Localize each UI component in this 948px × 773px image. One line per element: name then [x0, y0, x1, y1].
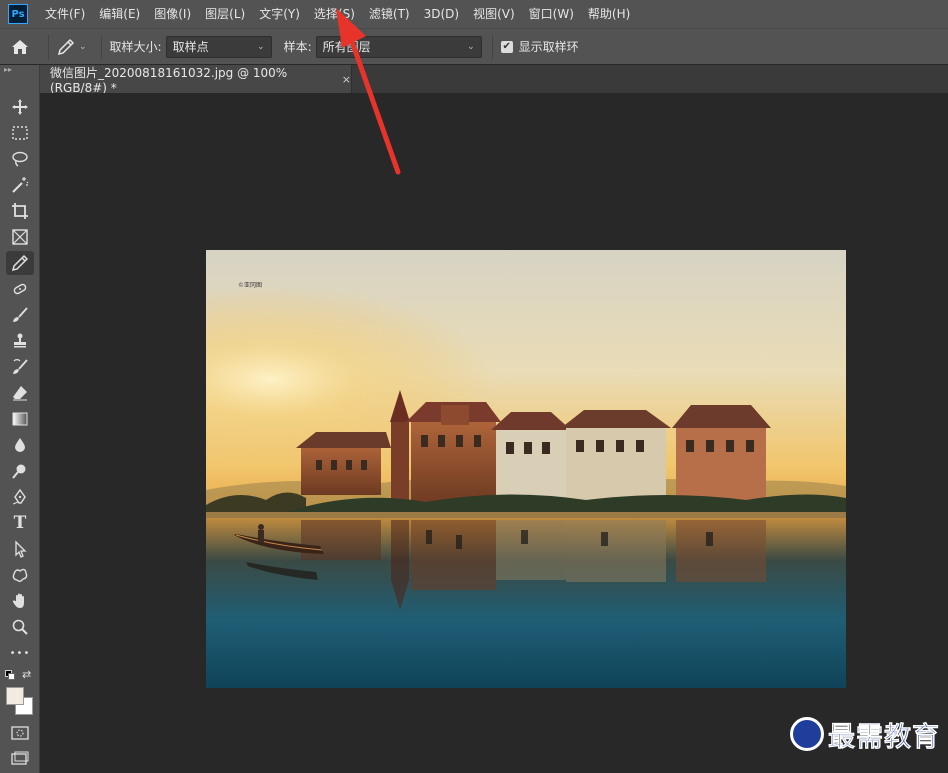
- chevron-down-icon: ⌄: [79, 41, 87, 52]
- hand-tool[interactable]: [6, 589, 34, 613]
- screen-mode-icon: [11, 751, 29, 765]
- options-divider: [491, 34, 493, 59]
- type-icon: T: [13, 513, 27, 533]
- document-tab-title: 微信图片_20200818161032.jpg @ 100%(RGB/8#) *: [50, 65, 288, 95]
- default-colors-icon[interactable]: [5, 670, 15, 680]
- photo-caption: ©亚冈图: [238, 282, 262, 289]
- options-bar: ⌄ 取样大小: 取样点 ⌄ 样本: 所有图层 ⌄ ✔ 显示取样环: [0, 28, 948, 64]
- stamp-tool[interactable]: [6, 329, 34, 353]
- tool-preset-picker[interactable]: ⌄: [57, 38, 87, 56]
- panel-grip[interactable]: ▸▸: [0, 65, 39, 77]
- menu-type[interactable]: 文字(Y): [252, 0, 307, 28]
- home-button[interactable]: [0, 29, 40, 65]
- healing-icon: [13, 283, 27, 295]
- eraser-icon: [13, 386, 27, 401]
- zoom-tool[interactable]: [6, 615, 34, 639]
- sample-size-label: 取样大小:: [109, 40, 162, 54]
- chevron-down-icon: ⌄: [467, 41, 475, 52]
- watermark-logo-icon: [790, 717, 824, 751]
- sample-value: 所有图层: [322, 40, 371, 54]
- watermark: 最需教育: [790, 714, 940, 754]
- brush-tool[interactable]: [6, 303, 34, 327]
- pen-icon: [12, 488, 26, 505]
- move-tool[interactable]: [6, 95, 34, 119]
- options-divider: [48, 34, 49, 59]
- dodge-icon: [12, 464, 26, 479]
- watermark-text: 最需教育: [828, 721, 940, 753]
- quick-mask-icon: [11, 726, 29, 740]
- magic-wand-icon: [12, 177, 29, 193]
- shape-icon: [12, 568, 28, 582]
- eraser-tool[interactable]: [6, 381, 34, 405]
- history-brush-tool[interactable]: [6, 355, 34, 379]
- marquee-icon: [12, 126, 28, 140]
- more-tools[interactable]: •••: [6, 641, 34, 665]
- gradient-tool[interactable]: [6, 407, 34, 431]
- type-tool[interactable]: T: [6, 511, 34, 535]
- sample-label: 样本:: [283, 40, 312, 54]
- menu-layer[interactable]: 图层(L): [198, 0, 252, 28]
- menu-edit[interactable]: 编辑(E): [92, 0, 147, 28]
- crop-tool[interactable]: [6, 199, 34, 223]
- frame-tool[interactable]: [6, 225, 34, 249]
- home-icon: [12, 39, 28, 54]
- photoshop-logo: Ps: [8, 4, 28, 24]
- shape-tool[interactable]: [6, 563, 34, 587]
- screen-mode-button[interactable]: [10, 751, 30, 767]
- show-ring-checkbox[interactable]: ✔: [500, 40, 513, 53]
- pen-tool[interactable]: [6, 485, 34, 509]
- dodge-tool[interactable]: [6, 459, 34, 483]
- menu-bar: Ps 文件(F) 编辑(E) 图像(I) 图层(L) 文字(Y) 选择(S) 滤…: [0, 0, 948, 28]
- brush-icon: [13, 307, 28, 322]
- stamp-icon: [14, 333, 26, 348]
- history-brush-icon: [13, 359, 28, 374]
- swap-colors-icon[interactable]: ⇄: [22, 668, 31, 681]
- tools-panel: ▸▸ T ••• ⇄: [0, 65, 40, 773]
- menu-window[interactable]: 窗口(W): [522, 0, 581, 28]
- sample-size-value: 取样点: [172, 40, 209, 54]
- quick-mask-button[interactable]: [10, 725, 30, 741]
- chevron-down-icon: ⌄: [257, 41, 265, 52]
- eyedropper-icon: [11, 254, 29, 272]
- foreground-color-swatch[interactable]: [6, 687, 24, 705]
- sample-select[interactable]: 所有图层 ⌄: [315, 35, 482, 58]
- options-divider: [100, 34, 102, 59]
- magic-wand-tool[interactable]: [6, 173, 34, 197]
- marquee-tool[interactable]: [6, 121, 34, 145]
- menu-3d[interactable]: 3D(D): [417, 0, 466, 28]
- menu-help[interactable]: 帮助(H): [581, 0, 637, 28]
- menu-select[interactable]: 选择(S): [307, 0, 362, 28]
- zoom-icon: [12, 619, 28, 635]
- gradient-icon: [12, 412, 28, 426]
- drop-icon: [15, 438, 25, 452]
- document-tab-bar: 微信图片_20200818161032.jpg @ 100%(RGB/8#) *…: [40, 65, 948, 95]
- crop-icon: [12, 203, 28, 219]
- hand-icon: [12, 593, 24, 608]
- close-icon[interactable]: ×: [342, 73, 351, 86]
- menu-filter[interactable]: 滤镜(T): [362, 0, 417, 28]
- eyedropper-icon: [57, 38, 75, 55]
- eyedropper-tool[interactable]: [6, 251, 34, 275]
- document-image[interactable]: ©亚冈图: [206, 250, 846, 688]
- move-icon: [12, 99, 28, 115]
- ellipsis-icon: •••: [9, 647, 31, 659]
- blur-tool[interactable]: [6, 433, 34, 457]
- document-tab[interactable]: 微信图片_20200818161032.jpg @ 100%(RGB/8#) *…: [40, 65, 352, 95]
- show-ring-label: 显示取样环: [518, 40, 579, 54]
- healing-tool[interactable]: [6, 277, 34, 301]
- menu-file[interactable]: 文件(F): [38, 0, 92, 28]
- lasso-icon: [12, 151, 28, 167]
- menu-view[interactable]: 视图(V): [466, 0, 522, 28]
- arrow-icon: [15, 540, 27, 558]
- sample-size-select[interactable]: 取样点 ⌄: [165, 35, 272, 58]
- frame-icon: [12, 229, 28, 245]
- photo-landscape: ©亚冈图: [206, 250, 846, 688]
- lasso-tool[interactable]: [6, 147, 34, 171]
- photoshop-window: Ps 文件(F) 编辑(E) 图像(I) 图层(L) 文字(Y) 选择(S) 滤…: [0, 0, 948, 773]
- path-select-tool[interactable]: [6, 537, 34, 561]
- menu-image[interactable]: 图像(I): [147, 0, 198, 28]
